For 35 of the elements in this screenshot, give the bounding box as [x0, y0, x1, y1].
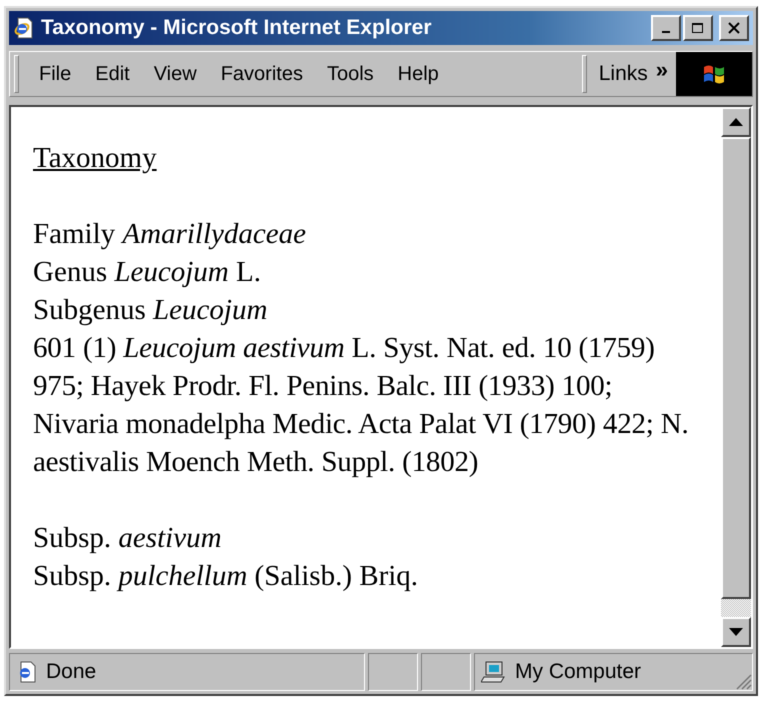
taxonomy-link[interactable]: Taxonomy: [33, 139, 157, 177]
minimize-button[interactable]: [651, 15, 681, 41]
toolbar-grip[interactable]: [582, 55, 587, 93]
zone-text: My Computer: [515, 660, 642, 684]
menu-item[interactable]: Tools: [326, 62, 374, 86]
citation-text: 601 (1) Leucojum aestivum L. Syst. Nat. ed. 10 (1759) 975; Hayek Prodr. Fl. Penins. Balc. III (1933) 100; Nivaria monadelpha Medic. Acta Palat VI (1790) 422; N. aestivalis Moench Meth. Suppl. (1802): [33, 331, 690, 480]
links-button[interactable]: Links: [598, 62, 648, 86]
menu-item[interactable]: Edit: [95, 62, 130, 86]
menu-item[interactable]: View: [154, 62, 197, 86]
close-icon: [727, 22, 741, 34]
page-icon: [13, 17, 35, 39]
window-title: Taxonomy - Microsoft Internet Explorer: [41, 16, 432, 40]
menu-item[interactable]: Help: [398, 62, 439, 86]
scroll-up-button[interactable]: [721, 107, 751, 137]
scroll-track[interactable]: [721, 599, 751, 617]
taxon-line: Subgenus Leucojum: [33, 293, 268, 328]
taxon-line: Family Amarillydaceae: [33, 217, 308, 252]
close-button[interactable]: [719, 15, 749, 41]
status-text: Done: [46, 660, 96, 684]
menu-item[interactable]: Favorites: [220, 62, 303, 86]
scroll-down-button[interactable]: [721, 617, 751, 647]
minimize-icon: [662, 31, 670, 33]
maximize-button[interactable]: [683, 15, 713, 41]
subspecies-line: Subsp. aestivum: [33, 521, 223, 556]
menu-item[interactable]: File: [39, 62, 72, 86]
subspecies-line: Subsp. pulchellum (Salisb.) Briq.: [33, 559, 420, 594]
computer-icon: [481, 660, 507, 684]
up-arrow-icon: [729, 118, 743, 126]
down-arrow-icon: [729, 628, 743, 636]
maximize-icon: [691, 22, 705, 34]
chevron-button[interactable]: »: [656, 57, 668, 83]
status-pane: [368, 653, 418, 691]
toolbar-grip[interactable]: [14, 55, 19, 93]
status-pane: [421, 653, 471, 691]
taxon-line: Genus Leucojum L.: [33, 255, 262, 290]
